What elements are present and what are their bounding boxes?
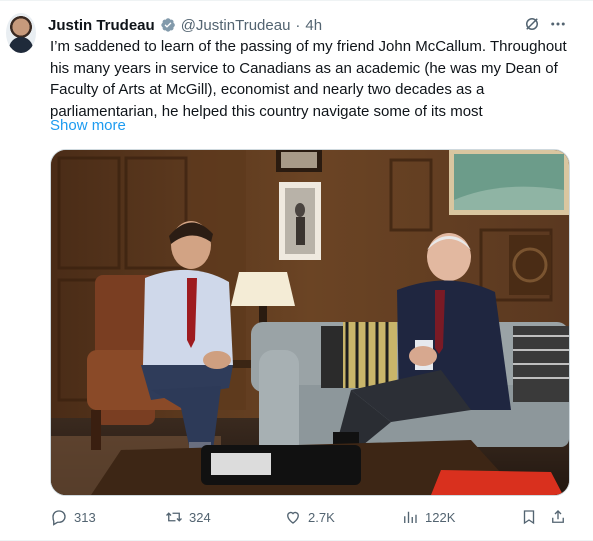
tweet[interactable]: Justin Trudeau @JustinTrudeau · 4h I’m s… [0, 0, 593, 541]
views-count: 122K [425, 509, 456, 525]
reply-count: 313 [74, 509, 96, 525]
repost-button[interactable]: 324 [165, 505, 211, 529]
tweet-photo[interactable] [50, 149, 570, 496]
avatar-suit [9, 37, 33, 53]
reply-button[interactable]: 313 [50, 505, 96, 529]
separator-dot: · [295, 16, 301, 34]
like-count: 2.7K [308, 509, 335, 525]
avatar[interactable] [6, 13, 36, 53]
bookmark-icon [523, 510, 535, 525]
tweet-text: I’m saddened to learn of the passing of … [50, 36, 574, 122]
photo-scene [51, 150, 569, 495]
author-handle[interactable]: @JustinTrudeau [181, 17, 291, 34]
verified-badge-icon [160, 18, 175, 32]
author-name[interactable]: Justin Trudeau [48, 17, 155, 34]
timestamp[interactable]: 4h [305, 17, 322, 34]
more-options-icon[interactable] [549, 15, 567, 33]
heart-icon [287, 511, 299, 524]
tweet-actions: 313 324 2.7K 122K [50, 505, 572, 529]
show-more-link[interactable]: Show more [50, 117, 126, 134]
share-icon [552, 510, 564, 523]
like-button[interactable]: 2.7K [284, 505, 335, 529]
grok-icon[interactable] [523, 15, 541, 33]
repost-count: 324 [189, 509, 211, 525]
reply-icon [52, 510, 66, 526]
tweet-body: I’m saddened to learn of the passing of … [50, 38, 567, 120]
analytics-icon [404, 511, 417, 523]
repost-icon [166, 512, 182, 522]
tweet-header: Justin Trudeau @JustinTrudeau · 4h [48, 15, 553, 35]
share-button[interactable] [549, 505, 567, 529]
views-button[interactable]: 122K [401, 505, 455, 529]
bookmark-button[interactable] [520, 505, 538, 529]
